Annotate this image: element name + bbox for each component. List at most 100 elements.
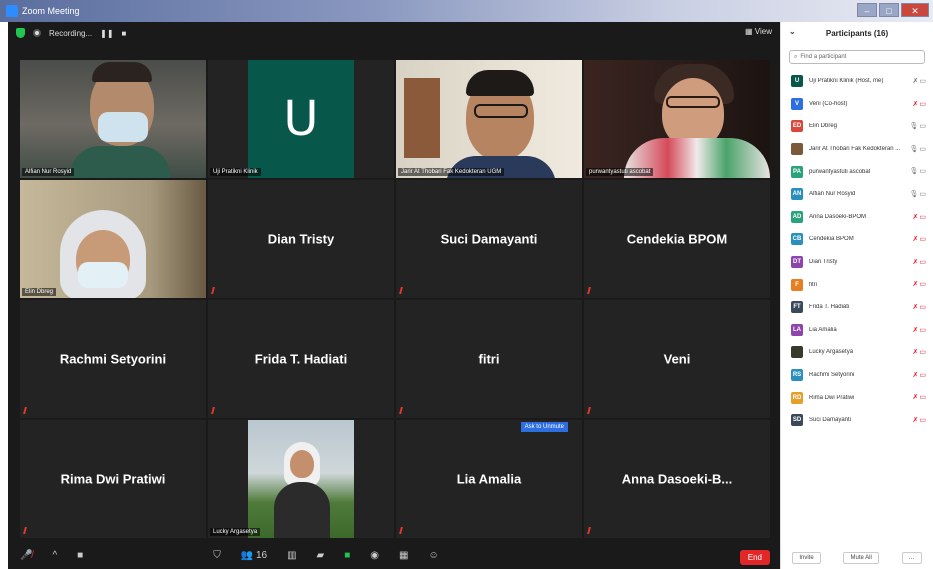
- participant-row[interactable]: ED Elin Dbreg 🎙▭: [781, 115, 933, 138]
- participant-name: Lia Amalia: [456, 471, 522, 487]
- participant-row[interactable]: AN Alfian Nur Rosyid 🎙▭: [781, 183, 933, 206]
- participants-panel: ⌄ Participants (16) ⌕ Find a participant…: [780, 22, 933, 569]
- participants-count: 16: [255, 550, 268, 561]
- participant-name: Jarir At Thobari Fak Kedokteran ...: [809, 146, 901, 153]
- video-tile[interactable]: Anna Dasoeki-B...: [584, 420, 770, 538]
- video-tile[interactable]: Lucky Argasetya: [208, 420, 394, 538]
- participant-row[interactable]: AD Anna Dasoeki-BPOM ✗▭: [781, 206, 933, 229]
- video-tile[interactable]: purwantyastuti ascobat: [584, 60, 770, 178]
- mic-camera-status-icon: ✗▭: [912, 100, 927, 108]
- avatar: [791, 346, 803, 359]
- participant-name: Veni (Co-host): [809, 100, 848, 107]
- participant-name: Elin Dbreg: [809, 123, 838, 130]
- participant-row[interactable]: Lucky Argasetya ✗▭: [781, 341, 933, 364]
- participant-row[interactable]: RD Rima Dwi Pratiwi ✗▭: [781, 386, 933, 409]
- participant-row[interactable]: DT Dian Tristy ✗▭: [781, 251, 933, 274]
- search-icon: ⌕: [794, 53, 798, 60]
- video-tile[interactable]: fitri: [396, 300, 582, 418]
- participant-row[interactable]: Jarir At Thobari Fak Kedokteran ... 🎙▭: [781, 138, 933, 161]
- participant-row[interactable]: FT Frida T. Hadiati ✗▭: [781, 296, 933, 319]
- video-tile[interactable]: Suci Damayanti: [396, 180, 582, 298]
- video-tile[interactable]: U Uji Pratikni Klinik: [208, 60, 394, 178]
- video-tile[interactable]: Cendekia BPOM: [584, 180, 770, 298]
- participants-panel-footer: Invite Mute All …: [781, 547, 933, 569]
- participant-row[interactable]: U Uji Pratikni Klinik (Host, me) ✗▭: [781, 70, 933, 93]
- window-controls: – □ ✕: [857, 3, 929, 17]
- stop-recording-icon[interactable]: ■: [122, 29, 127, 38]
- participant-name: Uji Pratikni Klinik (Host, me): [809, 78, 884, 85]
- mic-camera-status-icon: 🎙▭: [909, 145, 927, 153]
- participant-name: Lia Amalia: [809, 326, 837, 333]
- more-options-button[interactable]: …: [901, 552, 922, 564]
- participant-name: Suci Damayanti: [440, 231, 538, 247]
- breakout-rooms-icon[interactable]: ▦: [399, 550, 408, 561]
- participant-video: [20, 180, 206, 298]
- avatar: V: [791, 97, 803, 110]
- participants-icon[interactable]: 👥 16: [241, 550, 267, 561]
- participant-row[interactable]: PA purwantyastuti ascobat 🎙▭: [781, 160, 933, 183]
- participant-row[interactable]: Ffitri ✗▭: [781, 273, 933, 296]
- view-label: View: [754, 27, 772, 36]
- avatar: LA: [791, 323, 803, 336]
- reactions-icon[interactable]: ☺: [428, 550, 438, 561]
- participant-row[interactable]: CB Cendekia BPOM ✗▭: [781, 228, 933, 251]
- ask-to-unmute-button[interactable]: Ask to Unmute: [520, 422, 568, 432]
- video-tile[interactable]: Frida T. Hadiati: [208, 300, 394, 418]
- muted-mic-icon: [587, 407, 594, 414]
- participant-caption: purwantyastuti ascobat: [586, 168, 654, 176]
- video-tile[interactable]: Rachmi Setyorini: [20, 300, 206, 418]
- avatar: RD: [791, 391, 803, 404]
- mute-mic-icon[interactable]: 🎤̸: [20, 550, 32, 561]
- video-tile[interactable]: Rima Dwi Pratiwi: [20, 420, 206, 538]
- participant-name: Lucky Argasetya: [809, 349, 854, 356]
- participant-search[interactable]: ⌕ Find a participant: [789, 50, 925, 64]
- muted-mic-icon: [211, 407, 218, 414]
- muted-mic-icon: [399, 287, 406, 294]
- invite-button[interactable]: Invite: [792, 552, 821, 564]
- polls-icon[interactable]: ▥: [287, 550, 296, 561]
- video-tile-active-speaker[interactable]: Elin Dbreg: [20, 180, 206, 298]
- video-tile[interactable]: Veni: [584, 300, 770, 418]
- participant-name: Cendekia BPOM: [809, 236, 854, 243]
- share-screen-icon[interactable]: ■: [344, 550, 350, 561]
- end-meeting-button[interactable]: End: [739, 550, 770, 565]
- meeting-topbar: Recording... ❚❚ ■ ▦ View: [8, 22, 780, 44]
- video-camera-icon[interactable]: ■: [77, 550, 83, 561]
- record-icon[interactable]: ◉: [370, 550, 379, 561]
- pause-recording-icon[interactable]: ❚❚: [100, 29, 113, 38]
- participants-panel-title: Participants (16): [825, 28, 889, 38]
- participant-row[interactable]: SD Suci Damayanti ✗▭: [781, 409, 933, 432]
- maximize-icon[interactable]: □: [879, 3, 899, 17]
- participant-row[interactable]: LA Lia Amalia ✗▭: [781, 319, 933, 342]
- video-tile[interactable]: Alfian Nur Rosyid: [20, 60, 206, 178]
- collapse-chevron-icon[interactable]: ⌄: [789, 27, 796, 36]
- security-icon[interactable]: ⛉: [213, 550, 221, 561]
- avatar: FT: [791, 301, 803, 314]
- participant-row[interactable]: V Veni (Co-host) ✗▭: [781, 93, 933, 116]
- video-tile[interactable]: Jarir At Thobari Fak Kedokteran UGM: [396, 60, 582, 178]
- mic-camera-status-icon: ✗▭: [912, 394, 927, 402]
- mute-all-button[interactable]: Mute All: [843, 552, 879, 564]
- security-shield-icon[interactable]: [16, 28, 25, 38]
- participant-name: Anna Dasoeki-BPOM: [809, 213, 867, 220]
- muted-mic-icon: [211, 287, 218, 294]
- audio-options-chevron-icon[interactable]: ^: [52, 550, 57, 561]
- close-icon[interactable]: ✕: [901, 3, 929, 17]
- participant-name: fitri: [809, 281, 817, 288]
- meeting-controls: 🎤̸ ^ ■ ⛉ 👥 16 ▥ ▰ ■ ◉ ▦ ☺ End: [8, 542, 780, 569]
- muted-mic-icon: [23, 527, 30, 534]
- zoom-app-icon: [6, 5, 18, 17]
- video-tile[interactable]: Ask to Unmute Lia Amalia: [396, 420, 582, 538]
- muted-mic-icon: [399, 527, 406, 534]
- participant-row[interactable]: RS Rachmi Setyorini ✗▭: [781, 364, 933, 387]
- muted-mic-icon: [587, 527, 594, 534]
- video-tile[interactable]: Dian Tristy: [208, 180, 394, 298]
- avatar: [791, 143, 803, 156]
- view-button[interactable]: ▦ View: [745, 27, 772, 36]
- participant-name: Cendekia BPOM: [626, 231, 728, 247]
- mic-camera-status-icon: ✗▭: [912, 258, 927, 266]
- minimize-icon[interactable]: –: [857, 3, 877, 17]
- chat-icon[interactable]: ▰: [317, 550, 325, 561]
- participant-name: Suci Damayanti: [809, 417, 852, 424]
- search-input-placeholder[interactable]: Find a participant: [800, 54, 846, 60]
